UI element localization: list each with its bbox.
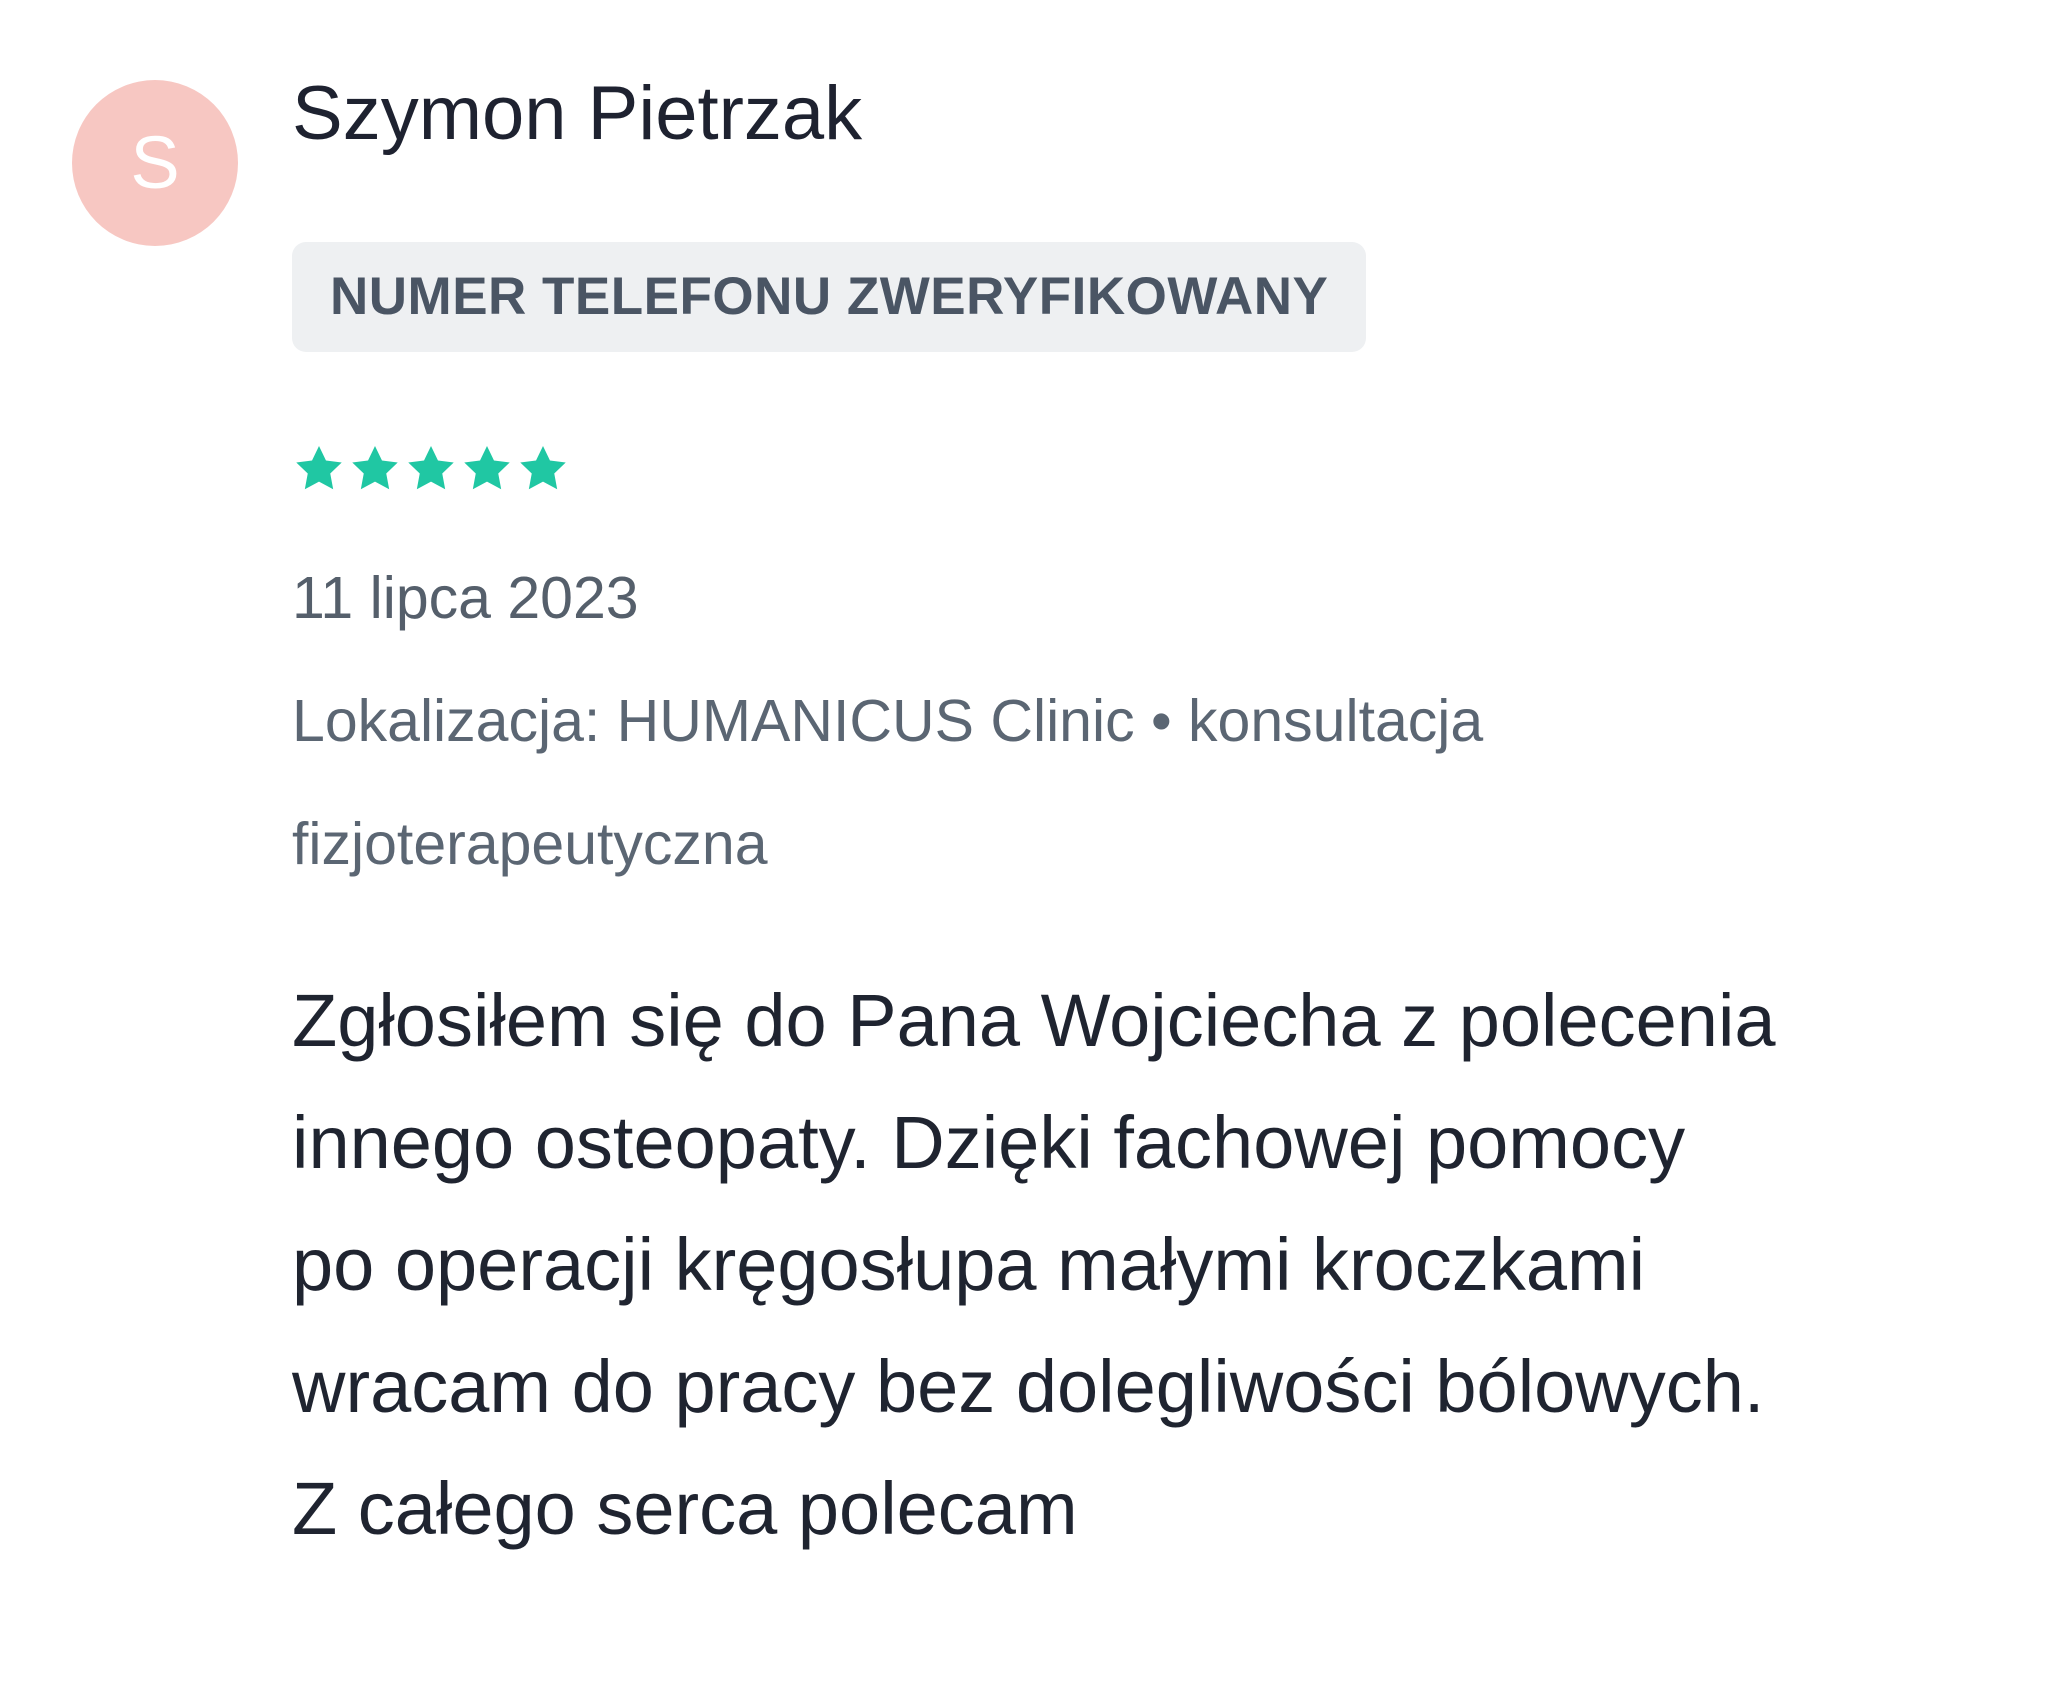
review-service: fizjoterapeutyczna [292,811,768,877]
rating-stars [292,442,570,498]
review-text-line: Zgłosiłem się do Pana Wojciecha z polece… [292,979,1776,1062]
review-text-line: innego osteopaty. Dzięki fachowej pomocy [292,1101,1686,1184]
review-location: Lokalizacja: HUMANICUS Clinic • konsulta… [292,688,1484,754]
phone-verified-badge: NUMER TELEFONU ZWERYFIKOWANY [292,242,1367,352]
review-text-line: Z całego serca polecam [292,1467,1078,1550]
reviewer-name: Szymon Pietrzak [292,71,863,156]
star-icon [348,442,402,496]
review-text-line: po operacji kręgosłupa małymi kroczkami [292,1223,1646,1306]
star-icon [404,442,458,496]
avatar: S [72,80,238,246]
star-icon [516,442,570,496]
star-icon [460,442,514,496]
star-icon [292,442,346,496]
review-card: S Szymon Pietrzak NUMER TELEFONU ZWERYFI… [0,0,2048,1706]
review-text-line: wracam do pracy bez dolegliwości bólowyc… [292,1345,1765,1428]
review-date: 11 lipca 2023 [292,565,639,631]
